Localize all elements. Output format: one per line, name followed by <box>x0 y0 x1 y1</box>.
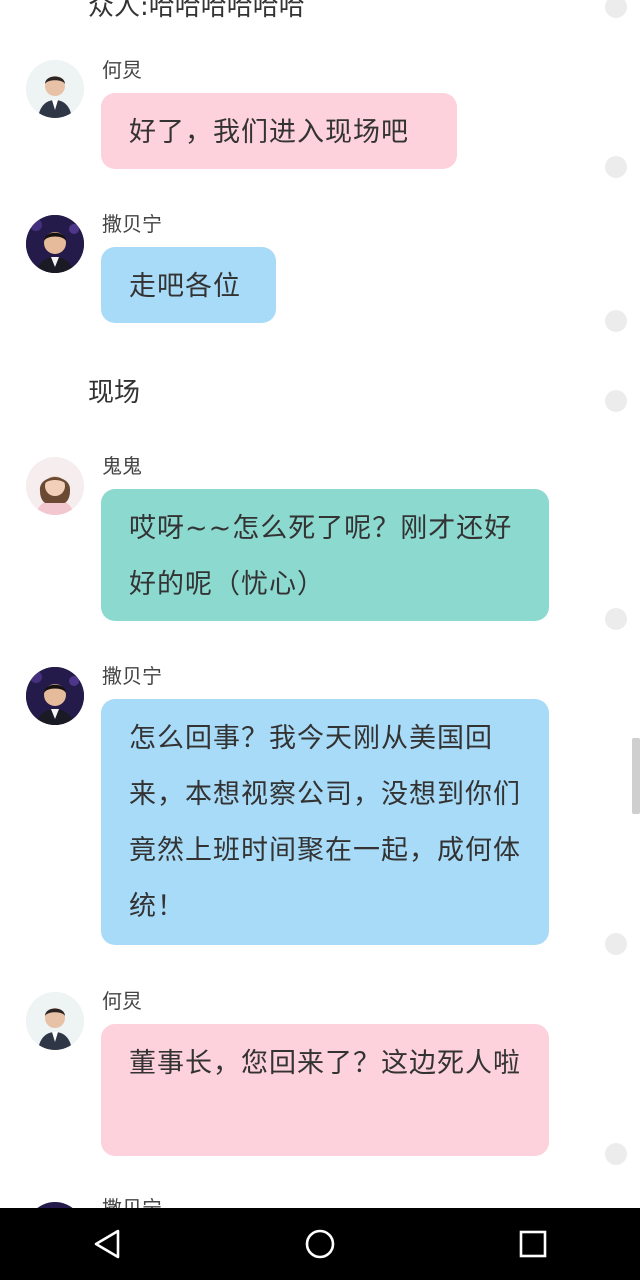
avatar-he-jiong[interactable] <box>26 992 84 1050</box>
recents-square-icon <box>520 1230 547 1258</box>
navigation-bar <box>0 1208 640 1280</box>
timeline-dot <box>605 156 627 178</box>
message-bubble[interactable]: 走吧各位 <box>101 247 276 323</box>
timeline-dot <box>605 390 627 412</box>
back-button[interactable] <box>67 1208 147 1280</box>
sender-name: 何炅 <box>102 989 142 1013</box>
scrollbar[interactable] <box>632 738 640 814</box>
recents-button[interactable] <box>493 1208 573 1280</box>
avatar-sa-beining[interactable] <box>26 215 84 273</box>
message-bubble[interactable]: 怎么回事？我今天刚从美国回来，本想视察公司，没想到你们竟然上班时间聚在一起，成何… <box>101 699 549 945</box>
sender-name: 撒贝宁 <box>102 664 162 688</box>
timeline-dot <box>605 608 627 630</box>
home-button[interactable] <box>280 1208 360 1280</box>
scene-label: 现场 <box>88 378 141 408</box>
avatar-gui-gui[interactable] <box>26 457 84 515</box>
sender-name: 撒贝宁 <box>102 212 162 236</box>
timeline-dot <box>605 1143 627 1165</box>
previous-message-text: 众人:哈哈哈哈哈哈 <box>88 0 305 22</box>
home-circle-icon <box>305 1229 335 1259</box>
message-bubble[interactable]: 董事长，您回来了？这边死人啦 <box>101 1024 549 1156</box>
message-bubble[interactable]: 好了，我们进入现场吧 <box>101 93 457 169</box>
timeline-dot <box>605 933 627 955</box>
timeline-dot <box>605 310 627 332</box>
sender-name: 鬼鬼 <box>102 454 142 478</box>
timeline-dot <box>605 0 627 18</box>
avatar-sa-beining[interactable] <box>26 667 84 725</box>
sender-name: 撒贝宁 <box>102 1196 162 1208</box>
sender-name: 何炅 <box>102 58 142 82</box>
message-bubble[interactable]: 哎呀~~怎么死了呢？刚才还好好的呢（忧心） <box>101 489 549 621</box>
back-triangle-icon <box>94 1229 119 1259</box>
avatar-he-jiong[interactable] <box>26 60 84 118</box>
